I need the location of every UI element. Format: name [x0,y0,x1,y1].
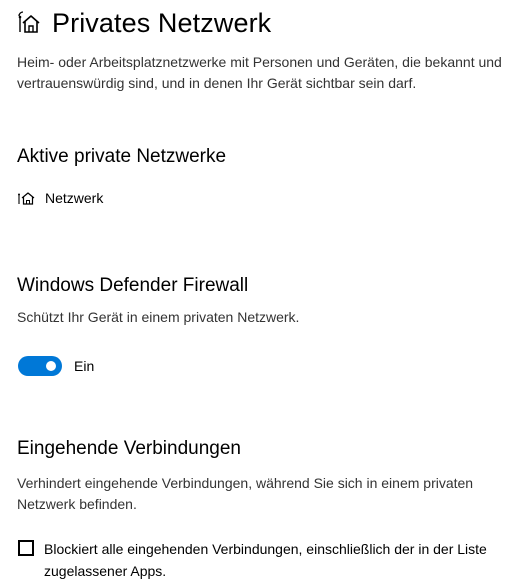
home-network-icon [18,192,35,205]
firewall-toggle-row: Ein [18,356,94,376]
active-network-item[interactable]: Netzwerk [17,190,103,206]
block-incoming-row: Blockiert alle eingehenden Verbindungen,… [18,538,504,582]
page-header: Privates Netzwerk [16,6,271,40]
incoming-connections-description: Verhindert eingehende Verbindungen, währ… [17,475,474,512]
page-title: Privates Netzwerk [52,8,272,38]
toggle-knob [46,361,56,371]
incoming-connections-heading: Eingehende Verbindungen [17,438,241,459]
active-networks-heading: Aktive private Netzwerke [17,146,227,167]
firewall-description: Schützt Ihr Gerät in einem privaten Netz… [17,309,300,325]
home-network-icon [18,11,40,33]
firewall-toggle-label: Ein [74,358,95,374]
page-description: Heim- oder Arbeitsplatznetzwerke mit Per… [17,54,502,91]
network-name: Netzwerk [45,190,104,206]
block-incoming-label[interactable]: Blockiert alle eingehenden Verbindungen,… [44,538,494,582]
firewall-toggle[interactable] [18,356,62,376]
block-incoming-checkbox[interactable] [18,540,34,556]
firewall-heading: Windows Defender Firewall [17,275,249,296]
